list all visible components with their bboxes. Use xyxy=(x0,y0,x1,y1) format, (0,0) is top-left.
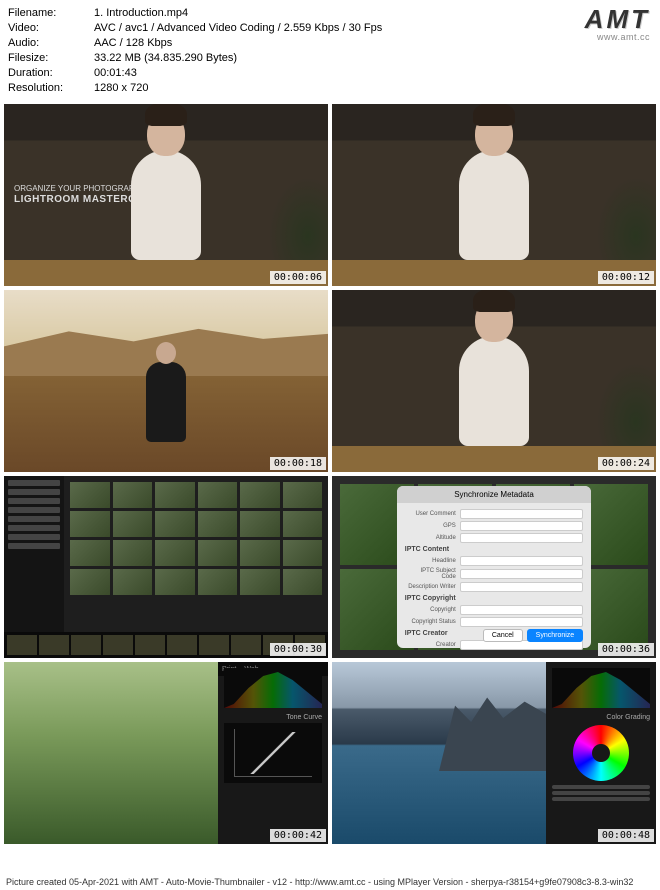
person-icon xyxy=(131,150,201,260)
develop-panel: Tone Curve xyxy=(218,662,328,844)
thumb-3: 00:00:18 xyxy=(4,290,328,472)
thumb-1: ORGANIZE YOUR PHOTOGRAPHS LIGHTROOM MAST… xyxy=(4,104,328,286)
footer-credit: Picture created 05-Apr-2021 with AMT - A… xyxy=(0,874,660,890)
cancel-button[interactable]: Cancel xyxy=(483,629,523,642)
value: AVC / avc1 / Advanced Video Coding / 2.5… xyxy=(94,21,652,35)
info-row-filesize: Filesize: 33.22 MB (34.835.290 Bytes) xyxy=(8,51,652,65)
develop-preview xyxy=(4,662,218,844)
label: Duration: xyxy=(8,66,94,80)
thumbnail-grid: ORGANIZE YOUR PHOTOGRAPHS LIGHTROOM MAST… xyxy=(0,100,660,848)
label: Resolution: xyxy=(8,81,94,95)
value: 00:01:43 xyxy=(94,66,652,80)
tone-curve xyxy=(224,723,322,783)
color-grading-label: Color Grading xyxy=(552,714,650,721)
info-row-filename: Filename: 1. Introduction.mp4 xyxy=(8,6,652,20)
person-icon xyxy=(459,150,529,260)
histogram xyxy=(224,668,322,708)
thumb-7: Library Develop Map Book Slideshow Print… xyxy=(4,662,328,844)
info-row-audio: Audio: AAC / 128 Kbps xyxy=(8,36,652,50)
label: Filename: xyxy=(8,6,94,20)
mountain-icon xyxy=(439,689,546,771)
thumb-5: 00:00:30 xyxy=(4,476,328,658)
label: Video: xyxy=(8,21,94,35)
amt-logo: AMT www.amt.cc xyxy=(585,4,650,42)
info-row-resolution: Resolution: 1280 x 720 xyxy=(8,81,652,95)
color-panel: Color Grading xyxy=(546,662,656,844)
label: Filesize: xyxy=(8,51,94,65)
metadata-dialog: Synchronize Metadata User Comment GPS Al… xyxy=(397,486,591,648)
section-content: IPTC Content xyxy=(405,546,583,553)
timestamp: 00:00:42 xyxy=(270,829,326,842)
color-wheel-icon xyxy=(573,725,629,781)
tone-curve-label: Tone Curve xyxy=(224,714,322,721)
histogram xyxy=(552,668,650,708)
timestamp: 00:00:36 xyxy=(598,643,654,656)
ocean-preview xyxy=(332,662,546,844)
label: Audio: xyxy=(8,36,94,50)
info-header: AMT www.amt.cc Filename: 1. Introduction… xyxy=(0,0,660,100)
timestamp: 00:00:48 xyxy=(598,829,654,842)
timestamp: 00:00:12 xyxy=(598,271,654,284)
value: 33.22 MB (34.835.290 Bytes) xyxy=(94,51,652,65)
logo-text: AMT xyxy=(585,4,650,35)
person-icon xyxy=(459,336,529,446)
value: 1280 x 720 xyxy=(94,81,652,95)
value: AAC / 128 Kbps xyxy=(94,36,652,50)
photographer-icon xyxy=(146,362,186,442)
lr-grid xyxy=(64,476,328,658)
dialog-buttons: Cancel Synchronize xyxy=(483,629,583,642)
timestamp: 00:00:06 xyxy=(270,271,326,284)
thumb-4: 00:00:24 xyxy=(332,290,656,472)
info-row-duration: Duration: 00:01:43 xyxy=(8,66,652,80)
dialog-title: Synchronize Metadata xyxy=(397,486,591,503)
timestamp: 00:00:24 xyxy=(598,457,654,470)
timestamp: 00:00:30 xyxy=(270,643,326,656)
timestamp: 00:00:18 xyxy=(270,457,326,470)
section-copyright: IPTC Copyright xyxy=(405,595,583,602)
lr-sidebar xyxy=(4,476,64,658)
info-row-video: Video: AVC / avc1 / Advanced Video Codin… xyxy=(8,21,652,35)
thumb-2: 00:00:12 xyxy=(332,104,656,286)
thumb-6: Synchronize Metadata User Comment GPS Al… xyxy=(332,476,656,658)
value: 1. Introduction.mp4 xyxy=(94,6,652,20)
thumb-8: Color Grading 00:00:48 xyxy=(332,662,656,844)
synchronize-button[interactable]: Synchronize xyxy=(527,629,584,642)
